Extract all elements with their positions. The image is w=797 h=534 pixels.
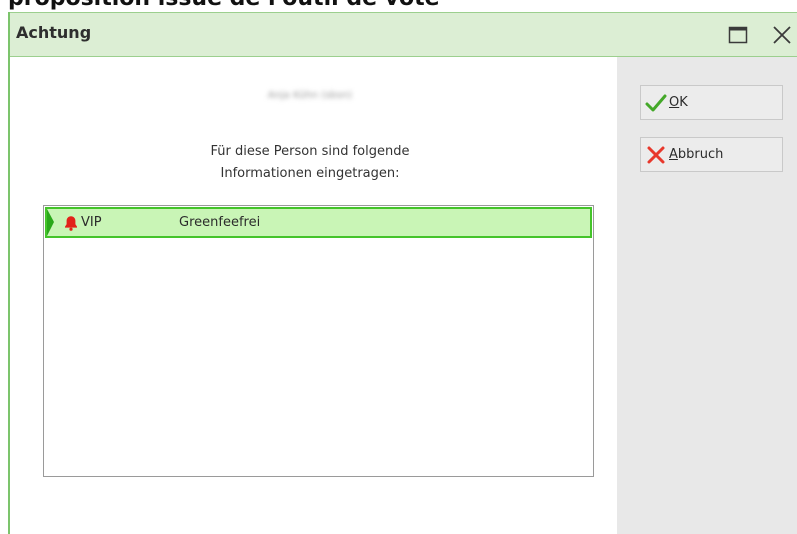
ok-button-label: OK — [669, 95, 688, 110]
checkmark-icon — [645, 92, 667, 114]
dialog-content: Anja Kühn (sbsn) Für diese Person sind f… — [10, 57, 617, 534]
maximize-button[interactable] — [723, 21, 753, 49]
info-message: Für diese Person sind folgende Informati… — [160, 141, 460, 185]
bell-icon — [64, 215, 78, 231]
x-icon — [645, 144, 667, 166]
ok-button[interactable]: OK — [640, 85, 783, 120]
page-heading: proposition issue de l'outil de vote — [8, 0, 440, 11]
maximize-icon — [728, 26, 748, 44]
row-value: Greenfeefrei — [179, 215, 261, 230]
cancel-button[interactable]: Abbruch — [640, 137, 783, 172]
row-selection-marker — [47, 209, 54, 236]
list-item[interactable]: VIP Greenfeefrei — [45, 207, 592, 238]
message-line-1: Für diese Person sind folgende — [210, 144, 410, 159]
dialog-window: Achtung Anja Kühn (sbsn) Für diese Perso… — [8, 12, 797, 534]
person-name-blurred: Anja Kühn (sbsn) — [267, 90, 353, 101]
close-icon — [773, 26, 791, 44]
close-button[interactable] — [767, 21, 797, 49]
info-list[interactable]: VIP Greenfeefrei — [43, 205, 594, 477]
cancel-button-label: Abbruch — [669, 147, 724, 162]
dialog-title: Achtung — [16, 23, 92, 42]
row-label: VIP — [81, 215, 102, 230]
button-panel: OK Abbruch — [617, 57, 797, 534]
title-bar[interactable]: Achtung — [10, 12, 797, 57]
message-line-2: Informationen eingetragen: — [220, 166, 400, 181]
